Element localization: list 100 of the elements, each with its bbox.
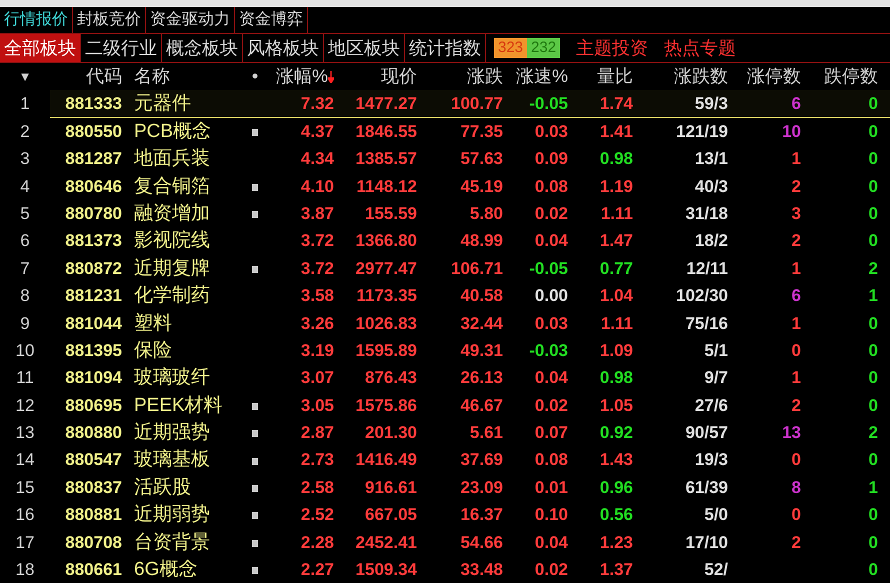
link[interactable]: 热点专题 (664, 34, 736, 62)
table-row[interactable]: 8 881231 化学制药 3.58 1173.35 40.58 0.00 1.04 102/30 6 1 (0, 282, 890, 310)
table-cell: 6 (792, 94, 801, 113)
table-cell: 塑料 (122, 309, 242, 337)
table-cell: 121/19 (676, 122, 728, 141)
column-header[interactable]: • (252, 66, 258, 86)
column-header[interactable]: 现价 (381, 66, 417, 86)
table-cell: 1 (792, 258, 801, 278)
table-cell: 0.04 (534, 368, 568, 388)
table-row[interactable]: 7 880872 近期复牌 3.72 2977.47 106.71 -0.05 0.77 12/11 1 2 (0, 254, 890, 282)
column-header[interactable]: 涨幅% (276, 66, 328, 86)
table-cell-text: 融资增加 (133, 202, 211, 226)
table-cell: 2452.41 (356, 532, 417, 552)
row-number: 17 (14, 532, 36, 554)
table-cell: 0 (868, 505, 878, 524)
table-cell: 2.87 (300, 423, 334, 442)
table-cell-text: 881231 (64, 285, 122, 308)
table-cell: 1.41 (600, 122, 633, 141)
table-cell: 0 (792, 450, 801, 470)
row-number: 5 (19, 202, 31, 225)
table-cell: 0.08 (534, 450, 568, 470)
table-cell: 5/0 (704, 505, 728, 524)
column-header[interactable]: 代码 (86, 66, 122, 86)
table-row[interactable]: 12 880695 PEEK材料 3.05 1575.86 46.67 0.02 1.05 27/6 2 0 (0, 392, 890, 419)
table-cell: 0.92 (600, 423, 633, 442)
table-cell: 40.58 (460, 286, 503, 306)
table-cell: 1366.80 (356, 231, 417, 250)
table-cell: 32.44 (460, 314, 503, 333)
table-cell: 0 (868, 204, 878, 223)
table-cell: 1148.12 (356, 176, 417, 196)
tab[interactable]: 全部板块 (0, 34, 81, 62)
row-number: 15 (14, 476, 36, 499)
table-cell: 0.07 (534, 423, 568, 442)
table-cell: 0.04 (534, 532, 568, 552)
table-cell: 1 (792, 314, 801, 333)
table-cell: 49.31 (460, 340, 503, 360)
table-cell: 1.19 (600, 176, 633, 196)
table-cell: 0 (868, 396, 878, 415)
table-cell: 3.26 (300, 314, 334, 333)
table-cell: 48.99 (460, 231, 503, 250)
table-cell: 27/6 (694, 396, 728, 415)
column-header[interactable]: 涨速% (516, 66, 568, 86)
table-cell: 106.71 (451, 258, 503, 278)
table-row[interactable]: 16 880881 近期弱势 2.52 667.05 16.37 0.10 0.56 5/0 0 0 (0, 501, 890, 528)
row-number: 2 (0, 118, 50, 145)
table-cell-text: 台资背景 (133, 530, 211, 555)
table-cell: 2 (792, 176, 801, 196)
table-cell-text: 活跃股 (133, 476, 192, 500)
table-row[interactable]: 15 880837 活跃股 2.58 916.61 23.09 0.01 0.96 61/39 8 1 (0, 474, 890, 502)
table-row[interactable]: 17 880708 台资背景 2.28 2452.41 54.66 0.04 1.23 17/10 2 0 (0, 528, 890, 556)
table-cell: 1416.49 (356, 450, 417, 470)
table-cell-text: 近期复牌 (133, 256, 211, 281)
table-cell: 1026.83 (356, 314, 417, 333)
table-cell: 0.03 (534, 122, 568, 141)
table-row[interactable]: 10 881395 保险 3.19 1595.89 49.31 -0.03 1.09 5/1 0 0 (0, 336, 890, 364)
column-header[interactable]: 名称 (134, 66, 170, 86)
column-header[interactable]: 跌停数 (824, 66, 878, 86)
column-header[interactable]: 涨跌数 (674, 66, 728, 86)
table-cell: 0 (868, 368, 878, 388)
sort-menu-icon[interactable]: ▼ (18, 69, 32, 84)
table-cell-text: 880872 (64, 258, 122, 280)
table-cell: -0.05 (529, 94, 568, 113)
table-cell: 2 (868, 258, 878, 278)
table-row[interactable]: 18 880661 6G概念 2.27 1509.34 33.48 0.02 1.37 52/ 0 (0, 556, 890, 583)
advancers-count: 323 (494, 38, 528, 58)
table-cell: 2.73 (300, 450, 334, 470)
table-row[interactable]: 9 881044 塑料 3.26 1026.83 32.44 0.03 1.11 75/16 1 0 (0, 309, 890, 337)
table-cell: 881333 (50, 90, 122, 118)
table-cell: 0.00 (534, 286, 568, 306)
table-cell: 0 (868, 149, 878, 168)
table-cell: 0 (868, 231, 878, 250)
table-row[interactable]: 1 881333 元器件 7.32 1477.27 100.77 -0.05 1.74 59/3 6 0 (0, 90, 890, 118)
table-row[interactable]: 4 880646 复合铜箔 4.10 1148.12 45.19 0.08 1.19 40/3 2 0 (0, 172, 890, 200)
table-row[interactable]: 14 880547 玻璃基板 2.73 1416.49 37.69 0.08 1.43 19/3 0 0 (0, 446, 890, 474)
table-row[interactable]: 3 881287 地面兵装 4.34 1385.57 57.63 0.09 0.98 13/1 1 0 (0, 145, 890, 172)
column-header[interactable]: 涨停数 (747, 66, 801, 86)
table-cell: 1385.57 (356, 149, 417, 168)
row-number: 9 (19, 312, 31, 335)
table-cell-text: 地面兵装 (133, 147, 211, 172)
row-number: 4 (19, 176, 31, 198)
table-row[interactable]: 13 880880 近期强势 2.87 201.30 5.61 0.07 0.92 90/57 13 2 (0, 418, 890, 446)
table-cell: 5.80 (470, 204, 503, 223)
table-row[interactable]: 6 881373 影视院线 3.72 1366.80 48.99 0.04 1.47 18/2 2 0 (0, 227, 890, 255)
table-cell: 0.02 (534, 560, 568, 580)
column-header[interactable]: 涨跌 (467, 66, 503, 86)
table-cell: 13/1 (694, 149, 728, 168)
table-cell: 880550 (50, 118, 122, 145)
table-cell: 1 (868, 478, 878, 497)
table-row[interactable]: 2 880550 PCB概念 4.37 1846.55 77.35 0.03 1.41 121/19 10 0 (0, 118, 890, 145)
table-cell: 0 (868, 450, 878, 470)
table-row[interactable]: 11 881094 玻璃玻纤 3.07 876.43 26.13 0.04 0.98 9/7 1 0 (0, 364, 890, 392)
table-cell: 77.35 (460, 122, 503, 141)
table-cell: 1846.55 (356, 122, 417, 141)
table-cell: 10 (782, 122, 801, 141)
column-header[interactable]: 量比 (597, 66, 633, 86)
table-cell: 18/2 (694, 231, 728, 250)
table-cell-text: 6G概念 (133, 558, 198, 582)
table-cell: 8 (792, 478, 801, 497)
link[interactable]: 主题投资 (576, 34, 648, 62)
table-row[interactable]: 5 880780 融资增加 3.87 155.59 5.80 0.02 1.11 31/18 3 0 (0, 200, 890, 228)
